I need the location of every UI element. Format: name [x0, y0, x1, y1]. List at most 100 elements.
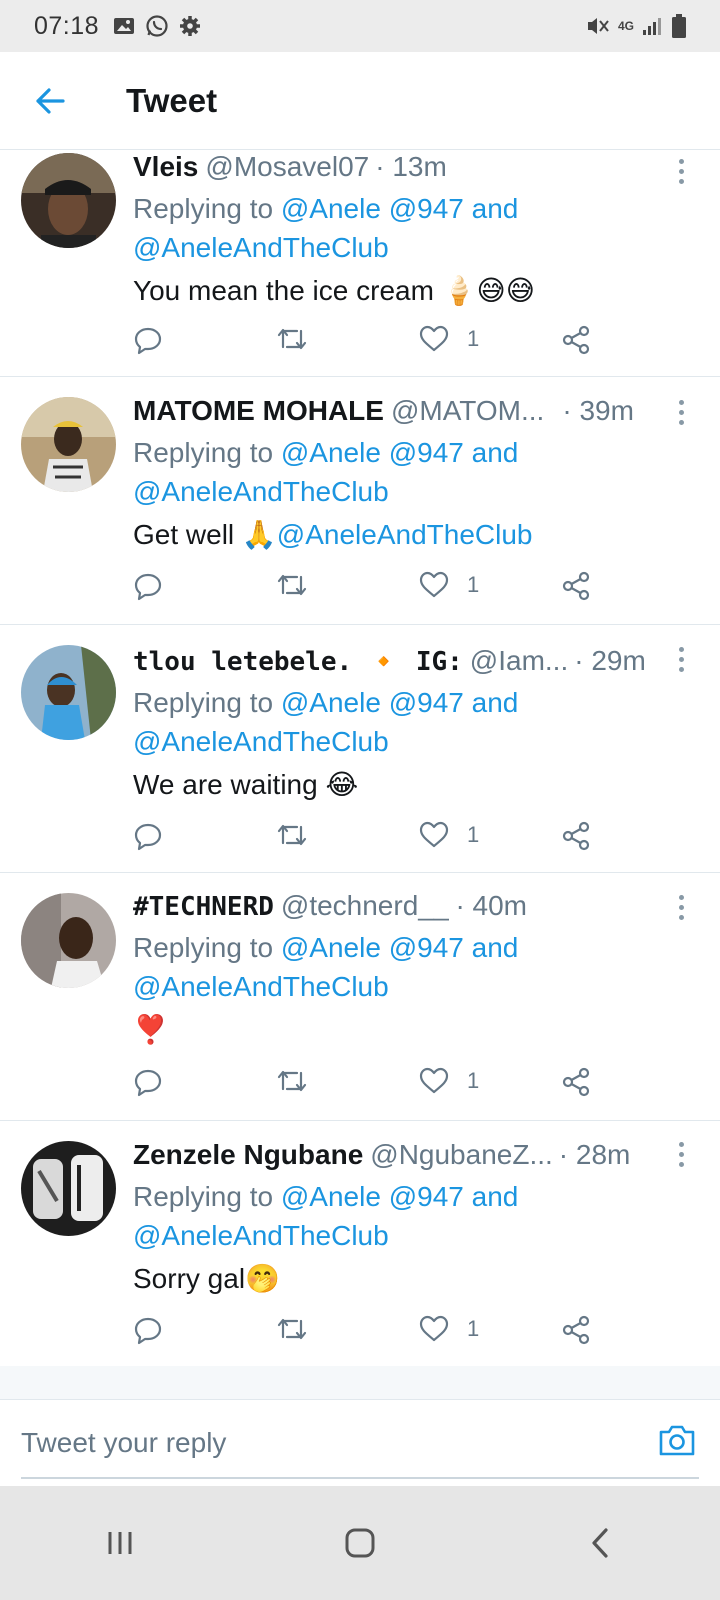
back-nav-button[interactable]	[560, 1503, 640, 1583]
recent-apps-icon	[108, 1532, 132, 1554]
like-button[interactable]: 1	[419, 821, 479, 849]
reply-input[interactable]	[21, 1401, 621, 1485]
replying-to: Replying to @Anele @947 and	[133, 928, 692, 967]
tweet-text-content: We are waiting 😂	[133, 769, 359, 800]
reply-mentions[interactable]: @Anele @947	[281, 932, 464, 963]
retweet-icon	[277, 574, 307, 596]
avatar[interactable]	[21, 893, 116, 988]
reply-button[interactable]	[133, 1067, 163, 1097]
tweet-header: MATOME MOHALE @MATOM... · 39m	[133, 395, 692, 433]
share-button[interactable]	[561, 1067, 591, 1097]
signal-icon	[643, 18, 661, 35]
reply-button[interactable]	[133, 571, 163, 601]
avatar[interactable]	[21, 153, 116, 248]
reply-mention-club[interactable]: @AneleAndTheClub	[133, 967, 692, 1006]
retweet-button[interactable]	[275, 325, 309, 353]
reply-underline	[21, 1477, 699, 1479]
tweet-text: Get well 🙏@AneleAndTheClub	[133, 513, 692, 557]
like-button[interactable]: 1	[419, 325, 479, 353]
share-icon	[562, 571, 590, 601]
reply-mention-club[interactable]: @AneleAndTheClub	[133, 722, 692, 761]
reply-button[interactable]	[133, 821, 163, 851]
like-button[interactable]: 1	[419, 571, 479, 599]
retweet-button[interactable]	[275, 821, 309, 849]
reply-composer	[0, 1401, 720, 1485]
reply-icon	[134, 823, 162, 851]
back-button[interactable]	[20, 71, 80, 131]
author-handle[interactable]: @Mosavel07	[205, 151, 369, 183]
tweet-time: · 13m	[375, 151, 447, 182]
retweet-button[interactable]	[275, 571, 309, 599]
tweet-text-content: Sorry gal🤭	[133, 1263, 280, 1294]
tweet-text: You mean the ice cream 🍦😅😅	[133, 269, 692, 313]
reply-feed: Vleis @Mosavel07 · 13m Replying to @Anel…	[0, 151, 720, 1369]
tweet[interactable]: Vleis @Mosavel07 · 13m Replying to @Anel…	[0, 151, 720, 377]
author-name[interactable]: Vleis	[133, 151, 198, 183]
avatar[interactable]	[21, 397, 116, 492]
reply-and[interactable]: and	[464, 687, 519, 718]
retweet-button[interactable]	[275, 1315, 309, 1343]
tweet-header: #TECHNERD @technerd__ · 40m	[133, 890, 692, 928]
camera-icon	[659, 1425, 695, 1456]
avatar[interactable]	[21, 645, 116, 740]
reply-mentions[interactable]: @Anele @947	[281, 1181, 464, 1212]
like-button[interactable]: 1	[419, 1067, 479, 1095]
reply-button[interactable]	[133, 325, 163, 355]
tweet[interactable]: #TECHNERD @technerd__ · 40m Replying to …	[0, 873, 720, 1121]
reply-and[interactable]: and	[464, 193, 519, 224]
replying-label: Replying to	[133, 687, 281, 718]
tweet-text-mention[interactable]: @AneleAndTheClub	[277, 519, 533, 550]
reply-mentions[interactable]: @Anele @947	[281, 193, 464, 224]
share-button[interactable]	[561, 571, 591, 601]
reply-and[interactable]: and	[464, 932, 519, 963]
avatar[interactable]	[21, 1141, 116, 1236]
tweet-text-content: ❣️	[133, 1014, 168, 1045]
retweet-icon	[277, 328, 307, 350]
author-handle[interactable]: @technerd__	[281, 890, 450, 922]
author-name[interactable]: tlou letebele. 🔸 IG:	[133, 647, 463, 677]
status-time: 07:18	[34, 11, 100, 40]
like-icon	[419, 1315, 449, 1342]
replying-to: Replying to @Anele @947 and	[133, 1177, 692, 1216]
share-button[interactable]	[561, 1315, 591, 1345]
retweet-button[interactable]	[275, 1067, 309, 1095]
tweet-time: · 39m	[562, 395, 634, 426]
gallery-icon	[114, 18, 135, 34]
home-button[interactable]	[320, 1503, 400, 1583]
author-handle[interactable]: @Iam...	[470, 645, 568, 677]
share-button[interactable]	[561, 325, 591, 355]
tweet[interactable]: tlou letebele. 🔸 IG: @Iam... · 29m Reply…	[0, 625, 720, 873]
recent-apps-button[interactable]	[80, 1503, 160, 1583]
replying-to: Replying to @Anele @947 and	[133, 433, 692, 472]
tweet-text-content: You mean the ice cream 🍦😅😅	[133, 275, 535, 306]
camera-button[interactable]	[658, 1423, 696, 1462]
tweet-actions: 1	[133, 1315, 603, 1355]
reply-and[interactable]: and	[464, 1181, 519, 1212]
reply-mention-club[interactable]: @AneleAndTheClub	[133, 228, 692, 267]
author-name[interactable]: MATOME MOHALE	[133, 395, 384, 427]
reply-button[interactable]	[133, 1315, 163, 1345]
page-title: Tweet	[126, 81, 218, 119]
author-name[interactable]: #TECHNERD	[133, 892, 274, 922]
back-arrow-icon	[36, 87, 65, 114]
share-icon	[562, 325, 590, 355]
reply-and[interactable]: and	[464, 437, 519, 468]
like-button[interactable]: 1	[419, 1315, 479, 1343]
tweet-actions: 1	[133, 1067, 603, 1107]
whatsapp-icon	[146, 15, 168, 37]
author-handle[interactable]: @MATOM...	[391, 395, 544, 427]
share-icon	[562, 1067, 590, 1097]
reply-mention-club[interactable]: @AneleAndTheClub	[133, 472, 692, 511]
tweet-text-content: Get well 🙏	[133, 519, 277, 550]
retweet-icon	[277, 1070, 307, 1092]
reply-mentions[interactable]: @Anele @947	[281, 437, 464, 468]
share-button[interactable]	[561, 821, 591, 851]
like-icon	[419, 325, 449, 352]
tweet[interactable]: Zenzele Ngubane @NgubaneZ... · 28m Reply…	[0, 1121, 720, 1369]
feed-end-spacer	[0, 1366, 720, 1400]
tweet[interactable]: MATOME MOHALE @MATOM... · 39m Replying t…	[0, 377, 720, 625]
reply-mentions[interactable]: @Anele @947	[281, 687, 464, 718]
author-handle[interactable]: @NgubaneZ...	[370, 1139, 553, 1171]
author-name[interactable]: Zenzele Ngubane	[133, 1139, 363, 1171]
reply-mention-club[interactable]: @AneleAndTheClub	[133, 1216, 692, 1255]
